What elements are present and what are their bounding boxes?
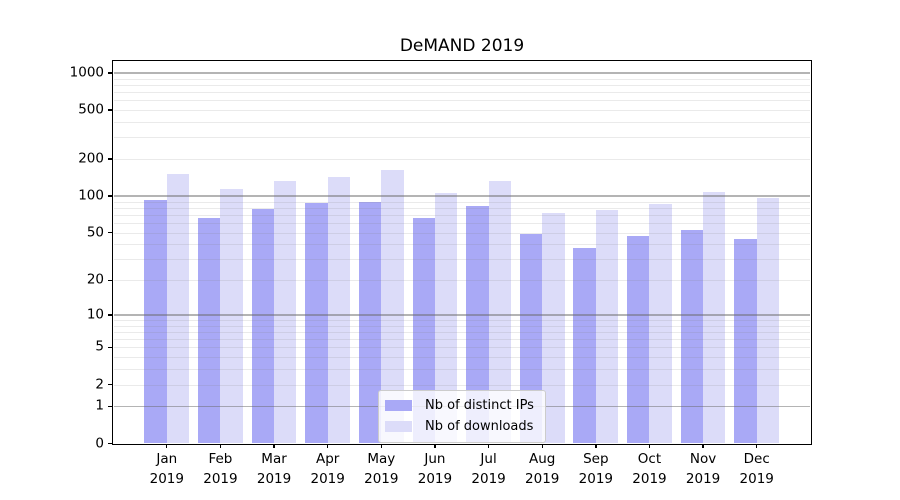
y-tick-label: 1000 xyxy=(69,64,104,81)
x-tick-month: Jun xyxy=(424,451,446,467)
x-tick-year: 2019 xyxy=(417,471,453,487)
x-tick-month: Nov xyxy=(689,451,717,467)
legend-swatch xyxy=(385,400,412,411)
x-tick-label: Sep 2019 xyxy=(579,449,613,489)
x-tick-label: Jul 2019 xyxy=(471,449,505,489)
y-tick-label: 10 xyxy=(86,306,104,323)
x-tick-year: 2019 xyxy=(203,471,238,487)
x-tick-year: 2019 xyxy=(525,471,560,487)
x-tick-label: Jun 2019 xyxy=(418,449,452,489)
chart-title: DeMAND 2019 xyxy=(399,36,525,56)
x-tick-year: 2019 xyxy=(471,471,506,487)
x-tick-label: May 2019 xyxy=(364,449,398,489)
y-tick-label: 500 xyxy=(78,101,104,118)
x-tick-year: 2019 xyxy=(685,471,721,487)
x-tick-month: May xyxy=(367,451,396,467)
x-tick-month: Mar xyxy=(261,451,287,467)
y-tick-label: 1 xyxy=(95,397,104,414)
x-tick-label: Mar 2019 xyxy=(257,449,291,489)
y-tick-label: 2 xyxy=(95,376,104,393)
legend-label: Nb of downloads xyxy=(425,419,534,434)
x-tick-label: Nov 2019 xyxy=(686,449,720,489)
x-tick-year: 2019 xyxy=(739,471,774,487)
x-tick-label: Aug 2019 xyxy=(525,449,559,489)
x-tick-label: Jan 2019 xyxy=(150,449,184,489)
legend: Nb of distinct IPs Nb of downloads xyxy=(378,390,546,443)
x-tick-month: Jan xyxy=(156,451,178,467)
figure: DeMAND 2019 0 1 2 5 10 20 50 100 200 500 1000 Jan 20… xyxy=(0,0,900,500)
legend-row: Nb of distinct IPs xyxy=(385,395,537,416)
x-tick-year: 2019 xyxy=(632,471,667,487)
x-tick-year: 2019 xyxy=(364,471,399,487)
x-tick-month: Sep xyxy=(583,451,609,467)
y-tick-label: 100 xyxy=(78,187,104,204)
y-tick-label: 5 xyxy=(95,339,104,356)
x-tick-year: 2019 xyxy=(310,471,345,487)
y-tick-label: 0 xyxy=(95,435,104,452)
x-tick-label: Dec 2019 xyxy=(740,449,774,489)
x-tick-year: 2019 xyxy=(256,471,292,487)
y-tick-label: 20 xyxy=(86,271,104,288)
y-tick-label: 50 xyxy=(86,224,104,241)
y-tick-label: 200 xyxy=(78,150,104,167)
x-tick-month: Oct xyxy=(637,451,662,467)
x-tick-month: Jul xyxy=(480,451,497,467)
legend-label: Nb of distinct IPs xyxy=(425,398,534,413)
x-tick-label: Apr 2019 xyxy=(311,449,345,489)
x-tick-label: Oct 2019 xyxy=(632,449,666,489)
x-tick-year: 2019 xyxy=(149,471,184,487)
legend-swatch xyxy=(385,421,412,432)
x-tick-label: Feb 2019 xyxy=(203,449,237,489)
x-tick-month: Feb xyxy=(208,451,233,467)
plot-frame xyxy=(112,60,813,446)
x-tick-month: Apr xyxy=(316,451,340,467)
legend-row: Nb of downloads xyxy=(385,416,537,437)
x-tick-month: Dec xyxy=(743,451,770,467)
x-tick-year: 2019 xyxy=(578,471,614,487)
x-tick-month: Aug xyxy=(529,451,556,467)
